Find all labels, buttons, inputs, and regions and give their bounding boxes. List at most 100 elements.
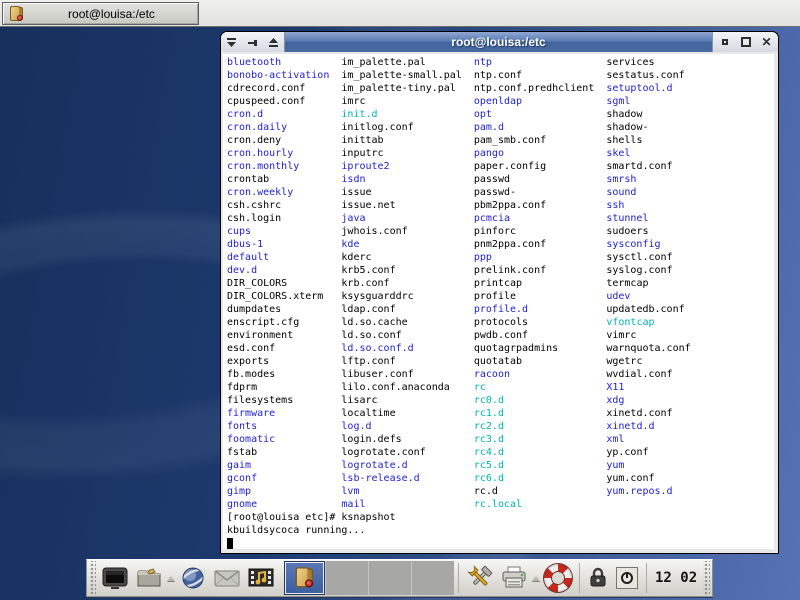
shade-button[interactable]	[267, 35, 281, 49]
terminal-line: foomatic login.defs rc3.d xml	[227, 433, 774, 446]
file-entry: krb.conf	[341, 278, 389, 289]
file-entry: ntp.conf.predhclient	[474, 83, 594, 94]
file-entry: exports	[227, 356, 269, 367]
close-button[interactable]: ✕	[760, 35, 774, 49]
file-entry: smartd.conf	[606, 161, 672, 172]
file-entry: krb5.conf	[341, 265, 395, 276]
digital-clock[interactable]: 12 02	[655, 570, 697, 586]
file-entry: quotagrpadmins	[474, 343, 558, 354]
file-entry: firmware	[227, 408, 275, 419]
window-menu-button[interactable]	[225, 35, 239, 49]
file-entry: rc3.d	[474, 434, 504, 445]
file-entry: smrsh	[606, 174, 636, 185]
kicker-panel: 12 02	[86, 559, 713, 597]
window-title: root@louisa:/etc	[451, 35, 545, 49]
cursor-line	[227, 537, 774, 549]
file-entry: cron.daily	[227, 122, 287, 133]
minimize-button[interactable]	[718, 35, 732, 49]
terminal-line: DIR_COLORS.xterm ksysguarddrc profile ud…	[227, 290, 774, 303]
file-entry: lvm	[341, 486, 359, 497]
file-entry: openldap	[474, 96, 522, 107]
file-entry: sound	[606, 187, 636, 198]
file-entry: ntp.conf	[474, 70, 522, 81]
file-entry: environment	[227, 330, 293, 341]
print-menu-arrow-icon[interactable]	[532, 576, 540, 581]
file-entry: fb.modes	[227, 369, 275, 380]
file-entry: sestatus.conf	[606, 70, 684, 81]
terminal-line: cdrecord.conf im_palette-tiny.pal ntp.co…	[227, 82, 774, 95]
file-entry: jwhois.conf	[341, 226, 407, 237]
file-entry: shadow-	[606, 122, 648, 133]
panel-separator	[458, 563, 459, 593]
file-entry: im_palette.pal	[341, 57, 425, 68]
quickbrowser-arrow-icon[interactable]	[167, 576, 175, 581]
file-entry: isdn	[341, 174, 365, 185]
file-entry: imrc	[341, 96, 365, 107]
file-entry: setuptool.d	[606, 83, 672, 94]
logout-power-icon[interactable]	[614, 563, 640, 593]
file-entry: cron.hourly	[227, 148, 293, 159]
multimedia-icon[interactable]	[246, 563, 276, 593]
file-entry: X11	[606, 382, 624, 393]
file-entry: libuser.conf	[341, 369, 413, 380]
maximize-button[interactable]	[739, 35, 753, 49]
file-entry: sysconfig	[606, 239, 660, 250]
file-entry: DIR_COLORS.xterm	[227, 291, 323, 302]
terminal-text-area[interactable]: bluetooth im_palette.pal ntp servicesbon…	[223, 54, 774, 549]
terminal-line: gnome mail rc.local	[227, 498, 774, 511]
web-browser-icon[interactable]	[178, 563, 208, 593]
file-entry: cron.monthly	[227, 161, 299, 172]
taskbar-empty-slot	[411, 561, 454, 595]
file-entry: rc	[474, 382, 486, 393]
file-entry: racoon	[474, 369, 510, 380]
terminal-line: dbus-1 kde pnm2ppa.conf sysconfig	[227, 238, 774, 251]
titlebar-right-buttons: ✕	[712, 32, 778, 52]
help-lifesaver-icon[interactable]	[543, 563, 573, 593]
file-entry: iproute2	[341, 161, 389, 172]
file-entry: ntp	[474, 57, 492, 68]
terminal-line: fstab logrotate.conf rc4.d yp.conf	[227, 446, 774, 459]
terminal-line: firmware localtime rc1.d xinetd.conf	[227, 407, 774, 420]
file-entry: opt	[474, 109, 492, 120]
file-entry: cron.deny	[227, 135, 281, 146]
shell-output-line: kbuildsycoca running...	[227, 524, 774, 537]
file-entry: rc1.d	[474, 408, 504, 419]
file-entry: dev.d	[227, 265, 257, 276]
file-entry: esd.conf	[227, 343, 275, 354]
panel-handle-right[interactable]	[703, 561, 710, 595]
file-entry: csh.cshrc	[227, 200, 281, 211]
file-entry: rc0.d	[474, 395, 504, 406]
tools-icon[interactable]	[465, 563, 495, 593]
file-entry: logrotate.conf	[341, 447, 425, 458]
email-icon[interactable]	[212, 563, 242, 593]
titlebar-center[interactable]: root@louisa:/etc	[285, 32, 712, 52]
file-entry: yp.conf	[606, 447, 648, 458]
file-entry: skel	[606, 148, 630, 159]
file-entry: ssh	[606, 200, 624, 211]
terminal-launcher-icon[interactable]	[100, 563, 130, 593]
file-entry: passwd-	[474, 187, 516, 198]
lock-session-icon[interactable]	[586, 563, 610, 593]
file-entry: yum.repos.d	[606, 486, 672, 497]
file-entry: syslog.conf	[606, 265, 672, 276]
taskbar-active-konsole[interactable]	[284, 561, 325, 595]
file-entry: ppp	[474, 252, 492, 263]
file-entry: profile	[474, 291, 516, 302]
printer-icon[interactable]	[499, 563, 529, 593]
task-button-konsole[interactable]: root@louisa:/etc	[2, 2, 199, 25]
file-entry: fstab	[227, 447, 257, 458]
panel-handle-left[interactable]	[89, 561, 96, 595]
titlebar[interactable]: root@louisa:/etc ✕	[221, 32, 778, 52]
file-entry: gconf	[227, 473, 257, 484]
terminal-line: dumpdates ldap.conf profile.d updatedb.c…	[227, 303, 774, 316]
home-folder-icon[interactable]	[134, 563, 164, 593]
file-entry: passwd	[474, 174, 510, 185]
file-entry: fonts	[227, 421, 257, 432]
file-entry: udev	[606, 291, 630, 302]
file-entry: im_palette-tiny.pal	[341, 83, 455, 94]
terminal-line: bonobo-activation im_palette-small.pal n…	[227, 69, 774, 82]
file-entry: shells	[606, 135, 642, 146]
sticky-pin-button[interactable]	[246, 35, 260, 49]
file-entry: pango	[474, 148, 504, 159]
file-entry: pwdb.conf	[474, 330, 528, 341]
